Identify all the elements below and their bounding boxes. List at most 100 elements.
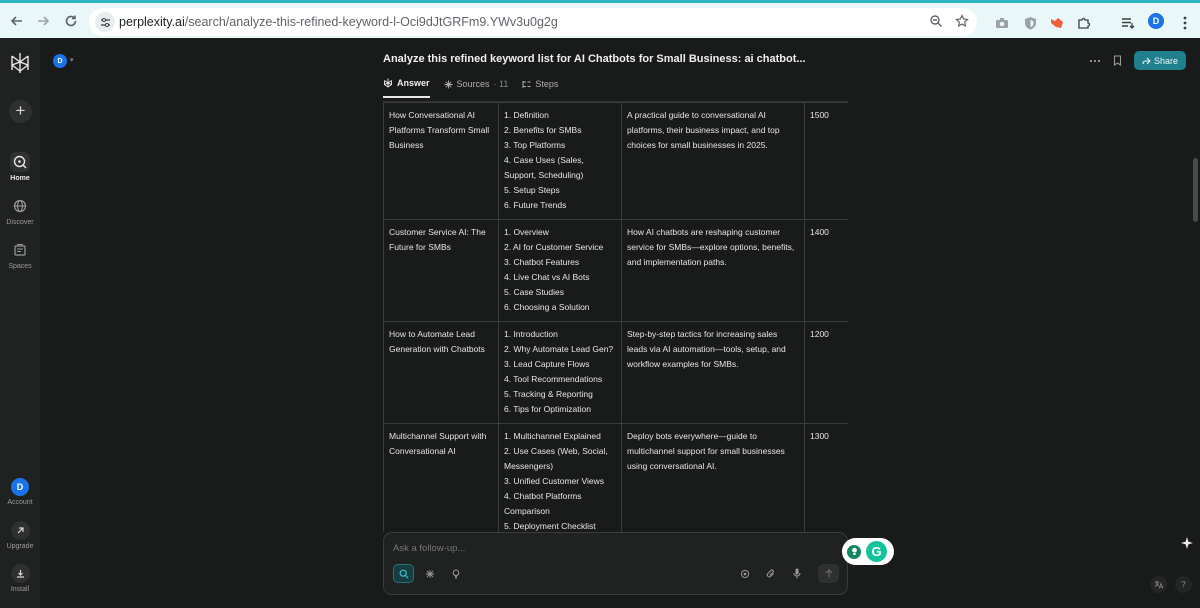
paperclip-icon [766, 569, 776, 579]
outline-item: 6. Tips for Optimization [504, 404, 591, 414]
perplexity-answer-icon [383, 78, 393, 88]
meta-description-cell: A practical guide to conversational AI p… [621, 102, 805, 220]
outline-item: 5. Setup Steps [504, 185, 560, 195]
article-title-cell: How Conversational AI Platforms Transfor… [383, 102, 499, 220]
browser-toolbar: perplexity.ai/search/analyze-this-refine… [0, 0, 1200, 38]
search-icon [399, 569, 409, 579]
grammarly-widget[interactable]: G [842, 538, 894, 565]
sidebar-item-account[interactable]: D Account [0, 478, 40, 506]
forward-icon[interactable] [32, 10, 54, 32]
outline-item: 2. Benefits for SMBs [504, 125, 582, 135]
extensions-puzzle-icon[interactable] [1075, 14, 1093, 32]
outline-item: 2. AI for Customer Service [504, 242, 604, 252]
tab-answer[interactable]: Answer [383, 78, 430, 98]
share-label: Share [1153, 55, 1178, 66]
word-count-cell: 1500 [804, 102, 848, 220]
tab-sources[interactable]: Sources · 11 [444, 78, 509, 98]
more-options-icon[interactable] [1089, 59, 1101, 63]
article-title-cell: Customer Service AI: The Future for SMBs [383, 219, 499, 322]
chevron-down-icon[interactable]: ▾ [70, 56, 74, 64]
word-count-cell: 1200 [804, 321, 848, 424]
word-count-cell: 1300 [804, 423, 848, 532]
sidebar-item-label: Upgrade [6, 543, 34, 550]
reading-list-icon[interactable] [1119, 14, 1137, 32]
outline-item: 5. Case Studies [504, 287, 565, 297]
tab-label: Sources [456, 79, 490, 89]
arrow-up-icon [825, 569, 833, 578]
share-icon [1142, 57, 1151, 65]
table-row: Customer Service AI: The Future for SMBs… [383, 219, 848, 322]
outline-item: 1. Definition [504, 110, 549, 120]
arrow-up-right-icon [10, 521, 30, 540]
outline-item: 5. Deployment Checklist [504, 521, 596, 531]
sidebar-item-install[interactable]: Install [0, 564, 40, 593]
space-avatar[interactable]: D [53, 54, 67, 68]
browser-menu-icon[interactable] [1176, 14, 1194, 32]
outline-item: 5. Tracking & Reporting [504, 389, 593, 399]
follow-up-composer [383, 532, 848, 595]
new-thread-button[interactable]: + [9, 100, 32, 123]
outline-item: 3. Unified Customer Views [504, 476, 604, 486]
outline-item: 3. Lead Capture Flows [504, 359, 590, 369]
labs-mode-button[interactable] [445, 564, 466, 583]
tab-steps[interactable]: Steps [522, 78, 558, 98]
meta-description-cell: Deploy bots everywhere—guide to multicha… [621, 423, 805, 532]
camera-extension-icon[interactable] [993, 14, 1011, 32]
outline-item: 3. Chatbot Features [504, 257, 580, 267]
scrollbar[interactable] [1193, 158, 1198, 222]
outline-cell: 1. Multichannel Explained 2. Use Cases (W… [498, 423, 622, 532]
grammarly-logo-icon: G [866, 541, 887, 562]
outline-item: 1. Introduction [504, 329, 558, 339]
outline-item: 4. Tool Recommendations [504, 374, 603, 384]
outline-cell: 1. Definition 2. Benefits for SMBs 3. Top … [498, 102, 622, 220]
tab-label: Answer [397, 78, 430, 88]
share-button[interactable]: Share [1133, 51, 1186, 70]
shield-extension-icon[interactable] [1021, 14, 1039, 32]
language-icon[interactable] [1150, 576, 1167, 593]
bookmark-icon[interactable] [1113, 55, 1122, 66]
outline-cell: 1. Introduction 2. Why Automate Lead Gen?… [498, 321, 622, 424]
sidebar-item-label: Install [10, 586, 30, 593]
fox-extension-icon[interactable] [1048, 14, 1066, 32]
sidebar-item-spaces[interactable]: Spaces [0, 240, 40, 270]
help-icon[interactable]: ? [1175, 576, 1192, 593]
chip-icon [740, 569, 750, 579]
address-bar[interactable]: perplexity.ai/search/analyze-this-refine… [89, 8, 977, 36]
follow-up-input[interactable] [393, 543, 793, 554]
sparkle-icon[interactable] [1180, 536, 1194, 550]
outline-item: 2. Why Automate Lead Gen? [504, 344, 614, 354]
sources-icon [444, 80, 453, 89]
perplexity-logo-icon[interactable] [9, 51, 31, 75]
back-icon[interactable] [6, 10, 28, 32]
sources-count: · 11 [493, 79, 509, 89]
sidebar-item-label: Account [7, 499, 33, 506]
zoom-icon[interactable] [929, 14, 943, 28]
meta-description-cell: Step-by-step tactics for increasing sale… [621, 321, 805, 424]
grammarly-suggestion-icon [847, 544, 861, 559]
browser-profile-avatar[interactable]: D [1148, 13, 1164, 29]
sidebar-item-home[interactable]: Home [0, 152, 40, 182]
avatar: D [11, 478, 29, 496]
bookmark-star-icon[interactable] [955, 14, 969, 28]
reload-icon[interactable] [60, 10, 82, 32]
outline-item: 6. Choosing a Solution [504, 302, 590, 312]
outline-item: 4. Chatbot Platforms Comparison [504, 491, 582, 516]
outline-item: 1. Multichannel Explained [504, 431, 601, 441]
attach-button[interactable] [760, 564, 781, 583]
table-row: How to Automate Lead Generation with Cha… [383, 321, 848, 424]
outline-item: 3. Top Platforms [504, 140, 566, 150]
model-select-button[interactable] [734, 564, 755, 583]
download-icon [10, 564, 30, 583]
dictation-button[interactable] [786, 564, 807, 583]
search-mode-button[interactable] [393, 564, 414, 583]
app-sidebar: + Home Discover Spaces D Account Upgrade… [0, 38, 40, 608]
url-text: perplexity.ai/search/analyze-this-refine… [119, 15, 558, 29]
spaces-icon [10, 240, 30, 260]
table-row: Multichannel Support with Conversational… [383, 423, 848, 532]
research-icon [425, 569, 435, 579]
sidebar-item-upgrade[interactable]: Upgrade [0, 521, 40, 550]
site-settings-icon[interactable] [95, 12, 115, 32]
research-mode-button[interactable] [419, 564, 440, 583]
sidebar-item-discover[interactable]: Discover [0, 196, 40, 226]
submit-button[interactable] [818, 564, 839, 583]
